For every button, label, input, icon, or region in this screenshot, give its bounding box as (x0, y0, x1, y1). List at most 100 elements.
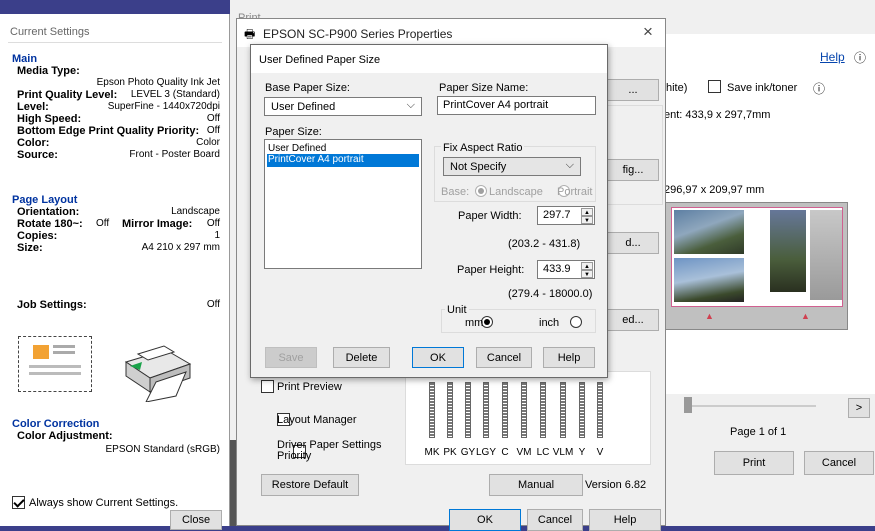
color-correction-heading: Color Correction (12, 418, 100, 430)
paper-width-input[interactable]: 297.7 ▲ ▼ (537, 206, 595, 225)
help-circle-icon[interactable]: ⓘ (854, 49, 866, 66)
fix-aspect-ratio-select[interactable]: Not Specify ⌵ (443, 157, 581, 176)
extent-text: ent: 433,9 x 297,7mm (664, 109, 771, 121)
properties-close-icon[interactable]: × (643, 22, 653, 42)
page-preview (671, 207, 843, 307)
ink-level-bar (465, 382, 471, 438)
page-layout-heading: Page Layout (12, 194, 78, 206)
preview-photo-3 (770, 210, 806, 292)
fix-aspect-ratio-label: Fix Aspect Ratio (441, 142, 525, 154)
list-item-selected[interactable]: PrintCover A4 portrait (267, 154, 419, 167)
restore-default-button[interactable]: Restore Default (261, 474, 359, 496)
job-settings-label: Job Settings: (17, 299, 87, 311)
preview-photo-4 (810, 210, 842, 300)
print-preview-label: Print Preview (277, 381, 342, 393)
save-button[interactable]: Save (265, 347, 317, 368)
setting-label: Color: (17, 137, 50, 149)
paper-size-name-value: PrintCover A4 portrait (443, 99, 549, 111)
chevron-down-icon: ⌵ (406, 99, 415, 111)
spin-down-icon[interactable]: ▼ (581, 216, 593, 224)
print-preview-checkbox[interactable] (261, 380, 274, 393)
main-heading: Main (12, 53, 38, 65)
paper-size-name-label: Paper Size Name: (439, 82, 529, 94)
settings-button-3[interactable]: d... (607, 232, 659, 254)
help-link[interactable]: Help (820, 50, 845, 64)
udps-help-button[interactable]: Help (543, 347, 595, 368)
next-page-button[interactable]: > (848, 398, 870, 418)
always-show-checkbox[interactable] (12, 496, 25, 509)
udps-ok-button[interactable]: OK (412, 347, 464, 368)
rotate-label: Rotate 180~: (17, 218, 83, 230)
layout-manager-label: Layout Manager (277, 414, 357, 426)
preview-photo-2 (674, 258, 744, 302)
page-slider-track[interactable] (686, 405, 816, 407)
size-label: Size: (17, 242, 43, 254)
portrait-label: Portrait (557, 186, 593, 198)
advanced-button[interactable]: ed... (607, 309, 659, 331)
color-adjustment-value: EPSON Standard (sRGB) (105, 444, 220, 455)
paper-size-name-input[interactable]: PrintCover A4 portrait (437, 96, 596, 115)
setting-value: LEVEL 3 (Standard) (130, 89, 220, 100)
copies-label: Copies: (17, 230, 58, 242)
spin-up-icon[interactable]: ▲ (581, 208, 593, 216)
print-preview-area: ▲ ▲ (664, 202, 848, 330)
size-value: A4 210 x 297 mm (141, 242, 220, 253)
white-fragment: hite) (666, 82, 688, 94)
landscape-radio[interactable] (475, 185, 487, 198)
preview-marker-left: ▲ (705, 311, 714, 321)
setting-value: Off (206, 113, 220, 124)
setting-value: SuperFine - 1440x720dpi (107, 101, 220, 112)
setting-label: Bottom Edge Print Quality Priority: (17, 125, 200, 137)
printer-icon (124, 345, 192, 402)
paper-size-list[interactable]: User Defined PrintCover A4 portrait (264, 139, 422, 269)
print-cancel-button[interactable]: Cancel (804, 451, 874, 475)
paper-size-list-label: Paper Size: (265, 126, 322, 138)
properties-cancel-button[interactable]: Cancel (527, 509, 583, 531)
printer-app-icon: 🖶 (244, 27, 256, 41)
properties-title: EPSON SC-P900 Series Properties (263, 27, 453, 41)
version-label: Version 6.82 (585, 479, 647, 491)
orientation-value: Landscape (171, 206, 220, 217)
paper-height-range: (279.4 - 18000.0) (508, 288, 593, 300)
orientation-label: Orientation: (17, 206, 80, 218)
spin-up-icon[interactable]: ▲ (581, 262, 593, 270)
spin-down-icon[interactable]: ▼ (581, 270, 593, 278)
page-slider-thumb[interactable] (684, 397, 692, 413)
settings-button-1[interactable]: ... (607, 79, 659, 101)
close-button[interactable]: Close (170, 510, 222, 530)
always-show-label: Always show Current Settings. (29, 497, 179, 509)
print-button[interactable]: Print (714, 451, 794, 475)
properties-ok-button[interactable]: OK (449, 509, 521, 531)
ink-level-bar (597, 382, 603, 438)
setting-value: Color (196, 137, 220, 148)
setting-label: Source: (17, 149, 58, 161)
ink-level-bar (447, 382, 453, 438)
manual-button[interactable]: Manual (489, 474, 583, 496)
title-separator (8, 42, 222, 43)
inch-label: inch (539, 317, 560, 329)
mm-label: mm (465, 317, 484, 329)
driver-paper-label: Driver Paper Settings Priority (277, 439, 382, 462)
paper-layout-icon (18, 336, 92, 392)
preview-marker-right: ▲ (801, 311, 810, 321)
rotate-value: Off (96, 218, 110, 229)
ink-level-bar (579, 382, 585, 438)
fix-aspect-ratio-value: Not Specify (450, 161, 507, 173)
base-paper-size-select[interactable]: User Defined ⌵ (264, 97, 422, 116)
save-ink-checkbox[interactable] (708, 80, 721, 93)
paper-width-label: Paper Width: (458, 210, 522, 222)
mirror-value: Off (206, 218, 220, 229)
properties-titlebar: 🖶 EPSON SC-P900 Series Properties × (237, 19, 665, 47)
info-icon[interactable]: ⓘ (813, 80, 825, 97)
base-paper-size-value: User Defined (271, 101, 336, 113)
paper-height-input[interactable]: 433.9 ▲ ▼ (537, 260, 595, 279)
media-type-label: Media Type: (17, 65, 80, 77)
properties-help-button[interactable]: Help (589, 509, 661, 531)
ink-level-bar (502, 382, 508, 438)
delete-button[interactable]: Delete (333, 347, 390, 368)
paper-height-value: 433.9 (543, 263, 571, 275)
media-type-value: Epson Photo Quality Ink Jet (96, 77, 220, 88)
udps-cancel-button[interactable]: Cancel (476, 347, 532, 368)
save-ink-label: Save ink/toner (727, 82, 798, 94)
paper-height-label: Paper Height: (457, 264, 525, 276)
